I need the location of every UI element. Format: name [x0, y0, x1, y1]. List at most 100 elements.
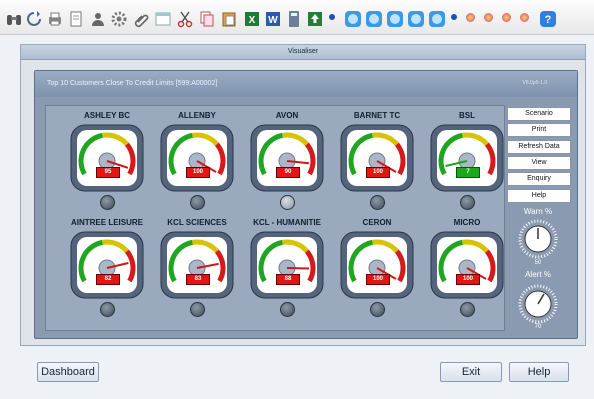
- gauge-panel: Top 10 Customers Close To Credit Limits …: [34, 70, 578, 339]
- gauge-label: KCL SCIENCES: [167, 218, 227, 227]
- enquiry-button[interactable]: Enquiry: [507, 172, 571, 186]
- status-led[interactable]: [280, 302, 295, 317]
- gauge-label: CERON: [362, 218, 392, 227]
- svg-text:X: X: [249, 15, 256, 26]
- gauge-dial: [250, 124, 324, 192]
- orange-dot-icon[interactable]: [484, 13, 493, 22]
- help-side-button[interactable]: Help: [507, 189, 571, 203]
- warn-label: Warn %: [523, 207, 553, 216]
- word-icon[interactable]: W: [263, 9, 283, 29]
- gauge-value: 95: [96, 167, 120, 178]
- gauge-value: 100: [456, 274, 480, 285]
- gauge-value: 90: [276, 167, 300, 178]
- status-led[interactable]: [460, 302, 475, 317]
- gauge: AVON 90: [248, 111, 326, 211]
- status-led[interactable]: [100, 302, 115, 317]
- gauge-value: 83: [186, 274, 210, 285]
- gauge-dial: [340, 231, 414, 299]
- blue-action-icon-3[interactable]: [385, 9, 405, 29]
- blue-action-icon-5[interactable]: [427, 9, 447, 29]
- status-led[interactable]: [100, 195, 115, 210]
- paste-icon[interactable]: [219, 9, 239, 29]
- gauge-label: BSL: [459, 111, 475, 120]
- svg-text:W: W: [268, 15, 278, 26]
- settings-icon[interactable]: [109, 9, 129, 29]
- status-led[interactable]: [370, 302, 385, 317]
- print-button[interactable]: Print: [507, 123, 571, 137]
- gauge-label: BARNET TC: [353, 111, 401, 120]
- cut-icon[interactable]: [175, 9, 195, 29]
- status-led[interactable]: [370, 195, 385, 210]
- toolbar: X W ?: [0, 0, 594, 35]
- scenario-button[interactable]: Scenario: [507, 107, 571, 121]
- user-icon[interactable]: [88, 9, 108, 29]
- gauge: AINTREE LEISURE 82: [68, 218, 146, 318]
- dashboard-button[interactable]: Dashboard: [37, 362, 99, 382]
- help-button[interactable]: Help: [509, 362, 569, 382]
- status-led[interactable]: [190, 302, 205, 317]
- gauge-label: KCL - HUMANITIE: [253, 218, 321, 227]
- alert-knob[interactable]: [518, 284, 558, 324]
- orange-dot-icon[interactable]: [502, 13, 511, 22]
- status-led[interactable]: [190, 195, 205, 210]
- alert-label: Alert %: [525, 270, 551, 279]
- panel-header: Top 10 Customers Close To Credit Limits …: [35, 71, 577, 97]
- refresh-data-button[interactable]: Refresh Data: [507, 140, 571, 154]
- gauge-dial: [250, 231, 324, 299]
- gauge: MICRO 100: [428, 218, 506, 318]
- blue-action-icon-2[interactable]: [364, 9, 384, 29]
- gauge-area: ASHLEY BC 95 ALLENBY 100 AVON 90 BARNET TC 100 B…: [45, 105, 505, 331]
- gauge-value: 100: [366, 167, 390, 178]
- gauge-dial: [70, 124, 144, 192]
- gauge-dial: [160, 231, 234, 299]
- warn-value: 50: [534, 260, 542, 266]
- gauge-dial: [430, 231, 504, 299]
- window-icon[interactable]: [153, 9, 173, 29]
- help-icon[interactable]: ?: [538, 9, 558, 29]
- orange-dot-icon[interactable]: [520, 13, 529, 22]
- gauge-label: ASHLEY BC: [83, 111, 131, 120]
- gauge-dial: [430, 124, 504, 192]
- binoculars-icon[interactable]: [4, 9, 24, 29]
- gauge-label: MICRO: [453, 218, 481, 227]
- excel-icon[interactable]: X: [242, 9, 262, 29]
- blue-action-icon-4[interactable]: [406, 9, 426, 29]
- orange-dot-icon[interactable]: [466, 13, 475, 22]
- gauge: ALLENBY 100: [158, 111, 236, 211]
- print-icon[interactable]: [45, 9, 65, 29]
- upload-icon[interactable]: [305, 9, 325, 29]
- gauge-dial: [70, 231, 144, 299]
- panel-title: Top 10 Customers Close To Credit Limits …: [47, 80, 218, 87]
- gauge: BSL 7: [428, 111, 506, 211]
- gauge: KCL - HUMANITIE 88: [248, 218, 326, 318]
- window-title: Visualiser: [21, 45, 585, 60]
- svg-text:?: ?: [545, 14, 552, 26]
- gauge-value: 7: [456, 167, 480, 178]
- view-button[interactable]: View: [507, 156, 571, 170]
- alert-value: 70: [534, 324, 542, 330]
- gauge: CERON 100: [338, 218, 416, 318]
- version-label: V8.0p5-1.0: [522, 80, 547, 86]
- calculator-icon[interactable]: [284, 9, 304, 29]
- status-led[interactable]: [280, 195, 295, 210]
- gauge: BARNET TC 100: [338, 111, 416, 211]
- gauge-label: AVON: [275, 111, 299, 120]
- gauge-dial: [340, 124, 414, 192]
- refresh-icon[interactable]: [24, 9, 44, 29]
- gauge-label: AINTREE LEISURE: [70, 218, 143, 227]
- status-led[interactable]: [460, 195, 475, 210]
- gauge-label: ALLENBY: [178, 111, 216, 120]
- copy-icon[interactable]: [197, 9, 217, 29]
- exit-button[interactable]: Exit: [440, 362, 502, 382]
- gauge-value: 82: [96, 274, 120, 285]
- attachment-icon[interactable]: [131, 9, 151, 29]
- gauge-value: 100: [366, 274, 390, 285]
- gauge: KCL SCIENCES 83: [158, 218, 236, 318]
- gauge-value: 88: [276, 274, 300, 285]
- gauge: ASHLEY BC 95: [68, 111, 146, 211]
- blue-action-icon-1[interactable]: [343, 9, 363, 29]
- warn-knob[interactable]: [518, 219, 558, 259]
- document-icon[interactable]: [66, 9, 86, 29]
- gauge-value: 100: [186, 167, 210, 178]
- gauge-dial: [160, 124, 234, 192]
